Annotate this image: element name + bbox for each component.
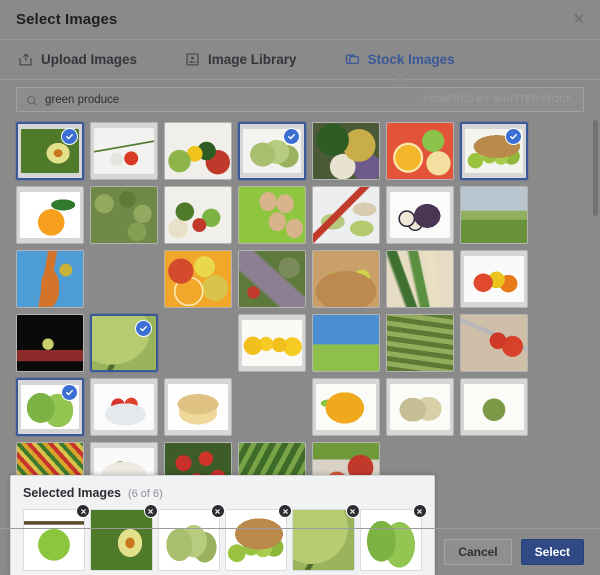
stock-image-cell[interactable]: [460, 250, 528, 308]
stock-image-thumbnail: [91, 187, 157, 243]
close-circle-icon[interactable]: [345, 504, 360, 518]
stock-image-cell[interactable]: [164, 378, 232, 436]
stock-image-cell[interactable]: [238, 122, 306, 180]
stock-image-cell[interactable]: [312, 186, 380, 244]
stock-image-thumbnail: [463, 384, 525, 430]
tab-bar: Upload Images Image Library Stock Images: [0, 40, 600, 80]
stock-image-cell[interactable]: [312, 378, 380, 436]
stock-image-cell[interactable]: [460, 122, 528, 180]
close-circle-icon[interactable]: [143, 504, 158, 518]
stock-image-thumbnail: [17, 251, 83, 307]
stock-image-thumbnail: [389, 384, 451, 430]
close-circle-icon[interactable]: [76, 504, 91, 518]
stock-image-thumbnail: [19, 192, 81, 238]
stock-image-thumbnail: [313, 315, 379, 371]
search-box[interactable]: POWERED BY SHUTTERSTOCK: [16, 87, 584, 112]
stock-image-cell[interactable]: [460, 378, 528, 436]
stock-image-grid: [16, 122, 588, 500]
stock-image-thumbnail: [93, 384, 155, 430]
stock-image-thumbnail: [239, 187, 305, 243]
tab-label: Upload Images: [41, 52, 138, 67]
selected-images-header: Selected Images (6 of 6): [23, 486, 422, 500]
stock-image-cell[interactable]: [16, 314, 84, 372]
page-title: Select Images: [16, 11, 118, 28]
stock-image-cell[interactable]: [238, 186, 306, 244]
stock-image-cell[interactable]: [164, 250, 232, 308]
stock-image-cell[interactable]: [386, 314, 454, 372]
stock-image-cell[interactable]: [460, 186, 528, 244]
tab-stock-images[interactable]: Stock Images: [345, 40, 455, 80]
stock-image-cell[interactable]: [164, 122, 232, 180]
stock-icon: [345, 52, 360, 67]
check-icon: [61, 128, 78, 145]
stock-image-thumbnail: [241, 320, 303, 366]
attribution-label: POWERED BY SHUTTERSTOCK: [422, 94, 573, 105]
check-icon: [505, 128, 522, 145]
stock-image-thumbnail: [387, 315, 453, 371]
tab-image-library[interactable]: Image Library: [185, 40, 297, 80]
stock-image-cell[interactable]: [16, 250, 84, 308]
close-circle-icon[interactable]: [210, 504, 225, 518]
grid-scrollbar[interactable]: [593, 120, 598, 216]
stock-image-thumbnail: [389, 192, 451, 238]
select-images-dialog: Select Images ✕ Upload Images Image Libr…: [0, 0, 600, 575]
stock-image-thumbnail: [165, 251, 231, 307]
dialog-footer: Cancel Select: [0, 528, 600, 575]
stock-image-thumbnail: [239, 251, 305, 307]
stock-image-cell[interactable]: [312, 122, 380, 180]
stock-image-cell[interactable]: [90, 378, 158, 436]
stock-image-cell[interactable]: [16, 122, 84, 180]
stock-image-thumbnail: [165, 123, 231, 179]
stock-image-thumbnail: [313, 123, 379, 179]
stock-image-cell[interactable]: [164, 186, 232, 244]
cancel-button[interactable]: Cancel: [444, 538, 512, 566]
close-circle-icon[interactable]: [278, 504, 293, 518]
search-area: POWERED BY SHUTTERSTOCK: [0, 80, 600, 118]
stock-image-thumbnail: [387, 251, 453, 307]
stock-image-cell[interactable]: [386, 378, 454, 436]
close-icon[interactable]: ✕: [570, 11, 588, 29]
tab-label: Stock Images: [367, 52, 455, 67]
dialog-titlebar: Select Images ✕: [0, 0, 600, 40]
library-icon: [185, 52, 200, 67]
stock-image-thumbnail: [313, 251, 379, 307]
stock-image-thumbnail: [315, 384, 377, 430]
stock-image-thumbnail: [167, 384, 229, 430]
stock-image-thumbnail: [93, 128, 155, 174]
stock-image-cell[interactable]: [90, 186, 158, 244]
stock-image-cell[interactable]: [386, 186, 454, 244]
close-circle-icon[interactable]: [412, 504, 427, 518]
stock-image-thumbnail: [313, 187, 379, 243]
stock-image-thumbnail: [463, 256, 525, 302]
check-icon: [61, 384, 78, 401]
stock-image-thumbnail: [387, 123, 453, 179]
select-button[interactable]: Select: [520, 538, 584, 566]
stock-image-cell[interactable]: [460, 314, 528, 372]
search-input[interactable]: [38, 93, 423, 106]
check-icon: [283, 128, 300, 145]
tab-label: Image Library: [208, 52, 297, 67]
stock-image-thumbnail: [165, 187, 231, 243]
stock-image-cell[interactable]: [312, 250, 380, 308]
stock-image-grid-container: [0, 118, 600, 528]
tab-upload-images[interactable]: Upload Images: [18, 40, 137, 80]
stock-image-thumbnail: [461, 187, 527, 243]
stock-image-thumbnail: [17, 315, 83, 371]
stock-image-cell[interactable]: [90, 314, 158, 372]
upload-icon: [18, 52, 33, 67]
stock-image-cell[interactable]: [16, 378, 84, 436]
stock-image-cell[interactable]: [16, 186, 84, 244]
stock-image-cell[interactable]: [386, 122, 454, 180]
selected-images-title: Selected Images: [23, 486, 121, 500]
stock-image-cell[interactable]: [386, 250, 454, 308]
stock-image-cell[interactable]: [238, 250, 306, 308]
stock-image-cell[interactable]: [312, 314, 380, 372]
selected-images-count: (6 of 6): [127, 488, 163, 500]
check-icon: [135, 320, 152, 337]
stock-image-cell[interactable]: [238, 314, 306, 372]
search-icon: [26, 94, 38, 106]
stock-image-cell[interactable]: [90, 122, 158, 180]
stock-image-thumbnail: [461, 315, 527, 371]
